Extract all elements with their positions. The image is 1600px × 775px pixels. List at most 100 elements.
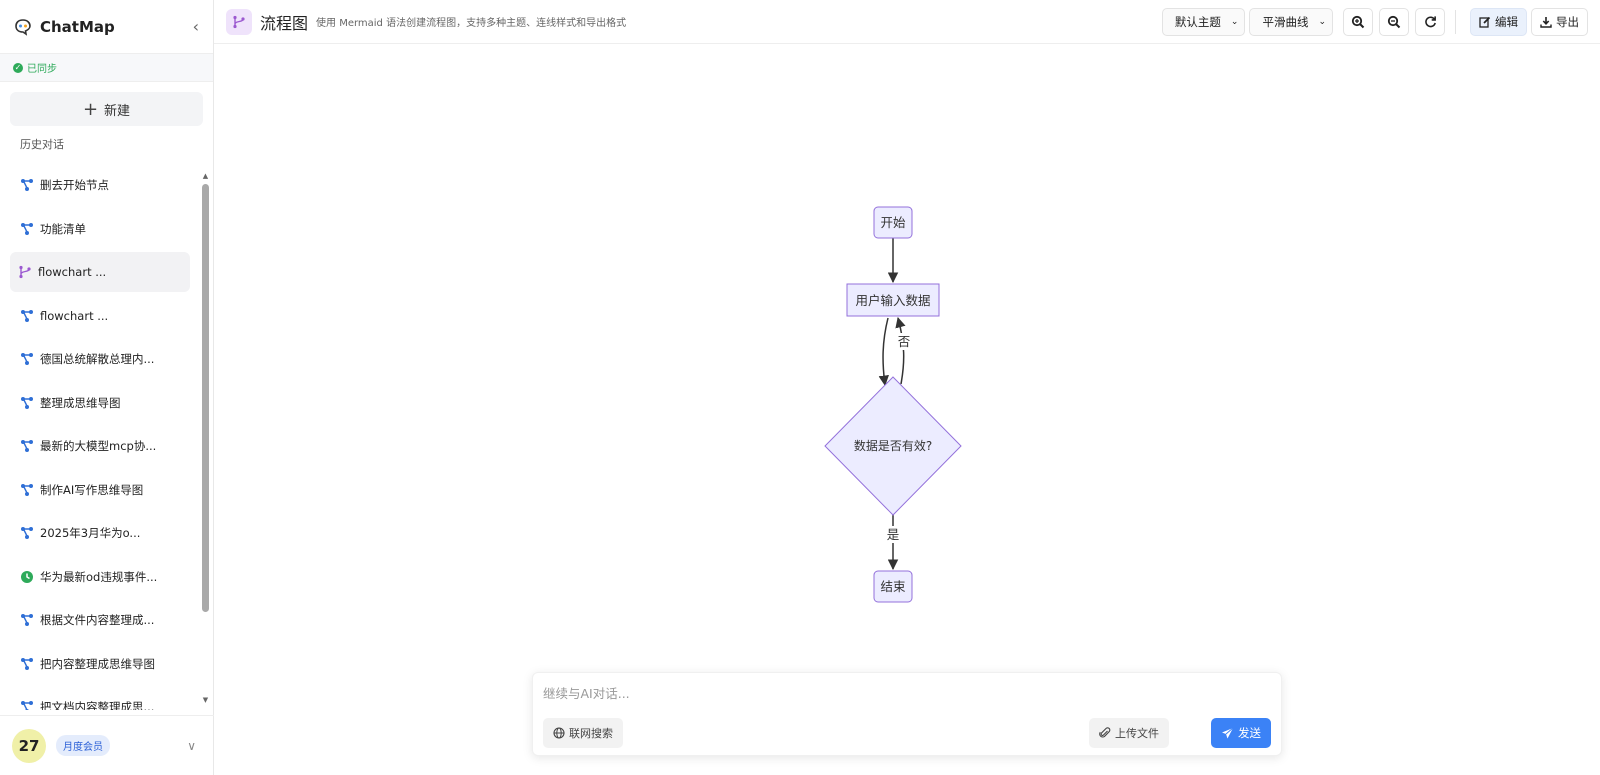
history-item[interactable]: 把内容整理成思维导图 (10, 644, 190, 684)
history-item[interactable]: 最新的大模型mcp协... (10, 426, 190, 466)
new-chat-button[interactable]: + 新建 (10, 92, 203, 126)
node-end-label: 结束 (880, 579, 906, 594)
history-scrollbar[interactable]: ▲ ▼ (202, 172, 209, 704)
edge-label-yes: 是 (887, 527, 900, 542)
edit-icon (1479, 16, 1491, 28)
paper-plane-icon (1221, 727, 1234, 740)
page-title: 流程图 (260, 13, 309, 33)
flowchart-type-icon (226, 8, 252, 35)
history-item[interactable]: flowchart ... (10, 296, 190, 336)
history-item-label: 2025年3月华为o... (40, 526, 141, 540)
history-item[interactable]: 制作AI写作思维导图 (10, 470, 190, 510)
history-title: 历史对话 (20, 138, 64, 151)
scroll-up-icon[interactable]: ▲ (202, 172, 209, 180)
check-circle-icon: ✓ (13, 62, 23, 73)
upload-file-button[interactable]: 上传文件 (1089, 718, 1169, 748)
curve-select[interactable]: 平滑曲线 ⌄ (1249, 7, 1333, 36)
user-bar[interactable]: 27 月度会员 ∨ (0, 715, 214, 775)
plus-icon: + (82, 98, 99, 120)
mindmap-icon (20, 439, 34, 453)
zoom-in-button[interactable] (1343, 7, 1373, 36)
history-item-label: flowchart ... (38, 265, 107, 279)
chatmap-logo-icon (14, 18, 32, 36)
chat-input[interactable] (543, 683, 1263, 703)
history-item-label: 把文档内容整理成思... (40, 700, 155, 710)
paperclip-icon (1099, 727, 1111, 739)
mindmap-icon (20, 309, 34, 323)
history-item-label: 整理成思维导图 (40, 395, 121, 410)
export-button[interactable]: 导出 (1531, 7, 1588, 36)
send-button[interactable]: 发送 (1211, 718, 1271, 748)
chevron-down-icon: ⌄ (1230, 16, 1239, 27)
chat-composer: 联网搜索 上传文件 发送 (532, 672, 1282, 756)
history-item[interactable]: 2025年3月华为o... (10, 513, 190, 553)
download-icon (1540, 16, 1552, 28)
toolbar-divider (1455, 9, 1456, 34)
curve-select-value: 平滑曲线 (1262, 14, 1309, 29)
sync-status: ✓ 已同步 (0, 54, 213, 82)
mindmap-icon (20, 178, 34, 192)
timeline-icon (20, 570, 34, 584)
mindmap-icon (20, 396, 34, 410)
mindmap-icon (20, 657, 34, 671)
chevron-down-icon[interactable]: ∨ (187, 739, 196, 753)
history-item[interactable]: 把文档内容整理成思... (10, 687, 190, 710)
membership-badge: 月度会员 (56, 735, 110, 756)
history-item-label: 德国总统解散总理内... (40, 352, 155, 366)
history-item-label: flowchart ... (40, 308, 109, 323)
avatar[interactable]: 27 (12, 728, 46, 763)
history-item-label: 删去开始节点 (40, 178, 109, 192)
page-subtitle: 使用 Mermaid 语法创建流程图，支持多种主题、连线样式和导出格式 (316, 18, 627, 29)
sync-status-label: 已同步 (27, 64, 57, 75)
chevron-down-icon: ⌄ (1318, 16, 1326, 27)
mindmap-icon (20, 700, 34, 710)
brand-header: ChatMap ‹ (0, 0, 213, 54)
web-search-button[interactable]: 联网搜索 (543, 718, 623, 748)
history-item[interactable]: 华为最新od违规事件... (10, 557, 190, 597)
web-search-label: 联网搜索 (569, 727, 613, 740)
collapse-sidebar-icon[interactable]: ‹ (193, 17, 199, 36)
reset-view-button[interactable] (1415, 7, 1445, 36)
app-window: ChatMap ‹ ✓ 已同步 + 新建 历史对话 删去开始节点 功能清单 fl… (0, 0, 1600, 775)
history-list: 删去开始节点 功能清单 flowchart ... flowchart ... … (0, 165, 214, 710)
history-item[interactable]: 功能清单 (10, 209, 190, 249)
send-label: 发送 (1238, 726, 1261, 740)
edge-decision-to-input (895, 316, 906, 385)
edge-input-to-decision (878, 317, 889, 387)
node-decision-label: 数据是否有效? (854, 438, 932, 453)
history-item-label: 把内容整理成思维导图 (40, 656, 155, 671)
flowchart-diagram: 否 是 开始 用户输入数据 数据是否有效? 结束 (824, 206, 962, 603)
zoom-in-icon (1351, 15, 1365, 28)
history-item-label: 华为最新od违规事件... (40, 569, 158, 584)
edge-label-no: 否 (898, 334, 911, 349)
sidebar: ChatMap ‹ ✓ 已同步 + 新建 历史对话 删去开始节点 功能清单 fl… (0, 0, 214, 775)
history-item[interactable]: 根据文件内容整理成... (10, 600, 190, 640)
scroll-thumb[interactable] (202, 184, 209, 612)
history-item-active[interactable]: flowchart ... (10, 252, 190, 292)
history-item[interactable]: 德国总统解散总理内... (10, 339, 190, 379)
node-start-label: 开始 (880, 215, 906, 230)
refresh-icon (1424, 16, 1436, 28)
history-item[interactable]: 整理成思维导图 (10, 383, 190, 423)
toolbar: 流程图 使用 Mermaid 语法创建流程图，支持多种主题、连线样式和导出格式 … (214, 0, 1600, 44)
edit-label: 编辑 (1495, 14, 1518, 29)
node-input-label: 用户输入数据 (855, 293, 930, 308)
diagram-canvas[interactable]: 否 是 开始 用户输入数据 数据是否有效? 结束 (214, 44, 1600, 775)
edit-button[interactable]: 编辑 (1470, 7, 1527, 36)
mindmap-icon (20, 222, 34, 236)
history-item[interactable]: 删去开始节点 (10, 165, 190, 205)
zoom-out-icon (1387, 15, 1401, 28)
export-label: 导出 (1556, 14, 1579, 29)
theme-select[interactable]: 默认主题 ⌄ (1161, 7, 1246, 36)
zoom-out-button[interactable] (1379, 7, 1409, 36)
theme-select-value: 默认主题 (1174, 14, 1221, 29)
mindmap-icon (20, 613, 34, 627)
history-item-label: 制作AI写作思维导图 (40, 482, 144, 497)
history-item-label: 最新的大模型mcp协... (40, 439, 157, 453)
scroll-down-icon[interactable]: ▼ (202, 696, 209, 704)
mindmap-icon (20, 483, 34, 497)
history-item-label: 功能清单 (40, 221, 86, 236)
new-chat-label: 新建 (104, 103, 131, 119)
main-area: 流程图 使用 Mermaid 语法创建流程图，支持多种主题、连线样式和导出格式 … (214, 0, 1600, 775)
flowchart-icon (18, 265, 32, 279)
